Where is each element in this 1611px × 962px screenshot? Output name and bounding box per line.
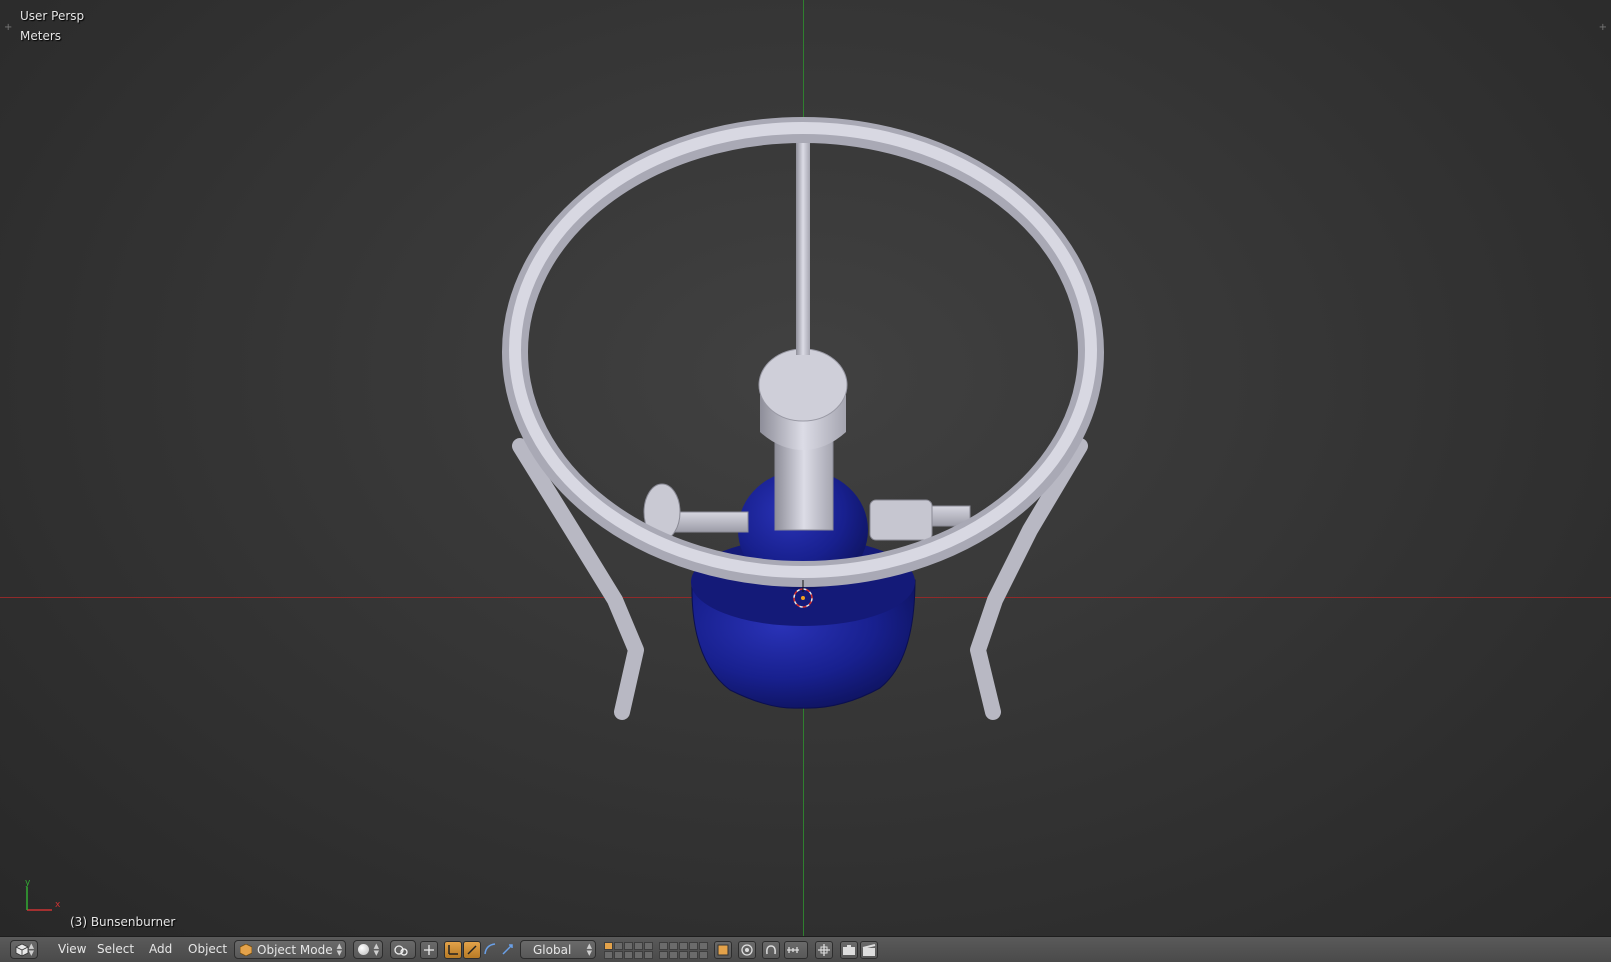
layer-grid-group-1[interactable] bbox=[604, 942, 653, 959]
scale-icon bbox=[502, 944, 513, 955]
3d-view-cube-icon bbox=[15, 943, 29, 957]
axis-gizmo-x-label: x bbox=[55, 900, 61, 910]
mode-selector[interactable]: Object Mode ▲ ▼ bbox=[234, 940, 346, 959]
view-name-label: User Persp bbox=[20, 9, 85, 23]
snap-target-icon bbox=[818, 944, 830, 956]
active-object-label: (3) Bunsenburner bbox=[70, 915, 176, 929]
viewport-header: ▲ ▼ View Select Add Object Object Mode ▲ ▼… bbox=[0, 936, 1611, 962]
3d-viewport[interactable]: + + x y User Persp Meters (3) Bunsenburn… bbox=[0, 0, 1611, 936]
scene-render: x y bbox=[25, 117, 1104, 911]
snap-increment-icon bbox=[787, 947, 799, 953]
layer-grid-group-2[interactable] bbox=[659, 942, 708, 959]
transform-orientation-selector[interactable]: Global ▲ ▼ bbox=[520, 940, 596, 959]
render-opengl-animation-button[interactable] bbox=[860, 941, 878, 959]
support-rod bbox=[796, 140, 810, 355]
layer-lock-icon bbox=[717, 944, 729, 956]
translate-manipulator-button[interactable] bbox=[444, 941, 462, 959]
solid-sphere-icon bbox=[358, 944, 369, 955]
curve-manipulator-button[interactable] bbox=[482, 941, 500, 959]
render-opengl-still-button[interactable] bbox=[840, 941, 858, 959]
axis-gizmo-y-label: y bbox=[25, 878, 31, 888]
snap-element-selector[interactable] bbox=[784, 941, 808, 959]
snap-toggle-button[interactable] bbox=[762, 941, 780, 959]
menu-view[interactable]: View bbox=[52, 940, 92, 959]
proportional-edit-button[interactable] bbox=[738, 941, 756, 959]
viewport-shading-selector[interactable]: ▲ ▼ bbox=[353, 940, 383, 959]
lock-camera-button[interactable] bbox=[714, 941, 732, 959]
proportional-edit-icon bbox=[741, 944, 753, 956]
manipulator-toggle-button[interactable] bbox=[420, 941, 438, 959]
rotate-icon bbox=[467, 945, 477, 955]
menu-object[interactable]: Object bbox=[182, 940, 233, 959]
menu-select[interactable]: Select bbox=[91, 940, 140, 959]
pivot-point-icon bbox=[394, 945, 408, 956]
scale-manipulator-button[interactable] bbox=[500, 941, 518, 959]
rotate-manipulator-button[interactable] bbox=[463, 941, 481, 959]
axis-gizmo: x y bbox=[25, 878, 61, 911]
mode-label: Object Mode bbox=[257, 943, 333, 957]
menu-add[interactable]: Add bbox=[143, 940, 178, 959]
camera-icon bbox=[843, 945, 855, 955]
snap-target-button[interactable] bbox=[815, 941, 833, 959]
units-label: Meters bbox=[20, 29, 62, 43]
clapperboard-icon bbox=[862, 944, 876, 956]
pivot-point-selector[interactable] bbox=[390, 940, 416, 959]
editor-type-button[interactable]: ▲ ▼ bbox=[10, 940, 38, 959]
transform-orientation-label: Global bbox=[533, 943, 572, 957]
manipulator-icon bbox=[424, 945, 434, 955]
object-mode-icon bbox=[240, 944, 252, 956]
translate-icon bbox=[448, 945, 458, 955]
rotate-arc-icon bbox=[484, 943, 496, 955]
snap-magnet-icon bbox=[766, 945, 776, 955]
